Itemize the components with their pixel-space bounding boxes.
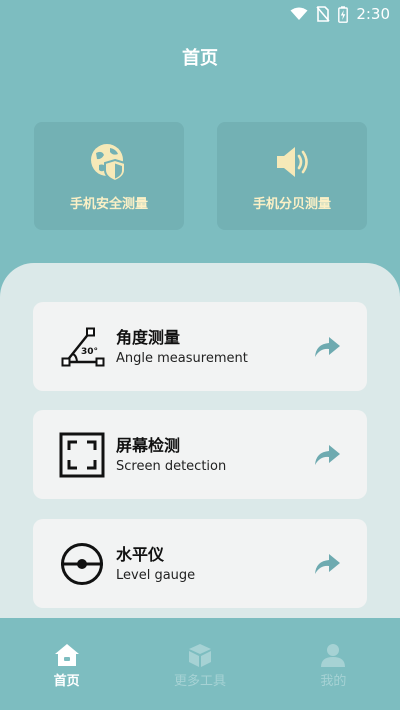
phone-security-label: 手机安全测量 bbox=[69, 196, 148, 212]
nav-more-tools[interactable]: 更多工具 bbox=[133, 618, 266, 710]
bottom-nav: 首页 更多工具 我的 bbox=[0, 618, 400, 710]
screen-detection-subtitle: Screen detection bbox=[116, 459, 227, 474]
screen-detection-title: 屏幕检测 bbox=[116, 436, 181, 455]
screen-detection-card[interactable]: 屏幕检测 Screen detection bbox=[33, 410, 367, 499]
screen-frame-icon bbox=[59, 432, 105, 478]
nav-more-tools-label: 更多工具 bbox=[173, 674, 226, 689]
user-icon bbox=[321, 644, 346, 667]
angle-measurement-title: 角度测量 bbox=[116, 328, 181, 347]
status-time: 2:30 bbox=[356, 5, 390, 23]
home-icon bbox=[54, 644, 79, 666]
battery-charging-icon bbox=[338, 5, 349, 23]
shield-globe-icon bbox=[91, 143, 126, 182]
status-bar: 2:30 bbox=[0, 0, 400, 28]
level-gauge-card[interactable]: 水平仪 Level gauge bbox=[33, 519, 367, 608]
wifi-icon bbox=[290, 7, 308, 21]
cube-icon bbox=[188, 644, 211, 667]
share-arrow-icon[interactable] bbox=[313, 335, 341, 359]
phone-security-card[interactable]: 手机安全测量 bbox=[34, 122, 184, 230]
nav-mine[interactable]: 我的 bbox=[267, 618, 400, 710]
level-icon bbox=[61, 543, 103, 585]
page-title: 首页 bbox=[182, 48, 218, 69]
share-arrow-icon[interactable] bbox=[313, 443, 341, 467]
phone-decibel-card[interactable]: 手机分贝测量 bbox=[217, 122, 367, 230]
angle-icon: 30° bbox=[61, 327, 105, 367]
no-sim-icon bbox=[316, 6, 330, 22]
speaker-icon bbox=[277, 146, 308, 177]
phone-decibel-label: 手机分贝测量 bbox=[252, 196, 331, 212]
angle-icon-text: 30° bbox=[81, 347, 98, 357]
nav-mine-label: 我的 bbox=[320, 674, 347, 689]
tools-panel: 30° 角度测量 Angle measurement 屏幕检测 Screen d… bbox=[0, 263, 400, 643]
angle-measurement-subtitle: Angle measurement bbox=[116, 351, 248, 366]
angle-measurement-card[interactable]: 30° 角度测量 Angle measurement bbox=[33, 302, 367, 391]
level-gauge-subtitle: Level gauge bbox=[116, 568, 196, 583]
level-gauge-title: 水平仪 bbox=[116, 545, 165, 564]
share-arrow-icon[interactable] bbox=[313, 552, 341, 576]
nav-home-label: 首页 bbox=[53, 674, 80, 689]
nav-home[interactable]: 首页 bbox=[0, 618, 133, 710]
